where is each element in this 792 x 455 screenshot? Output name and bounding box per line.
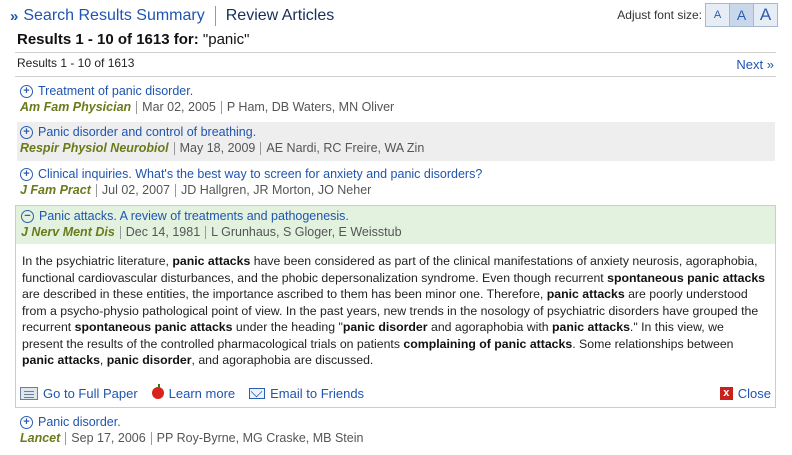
abstract-highlight: panic attacks [546, 287, 625, 301]
authors: P Ham, DB Waters, MN Oliver [226, 100, 395, 114]
article-title-link[interactable]: Clinical inquiries. What's the best way … [38, 167, 482, 181]
results-count: Results 1 - 10 of 1613 [17, 56, 135, 70]
result-item: + Treatment of panic disorder. Am Fam Ph… [17, 81, 775, 119]
authors: JD Hallgren, JR Morton, JO Neher [180, 183, 372, 197]
results-heading-prefix: Results 1 - 10 of 1613 for: [17, 31, 199, 48]
meta-divider [136, 100, 138, 114]
publication-date: May 18, 2009 [179, 141, 256, 155]
meta-divider [220, 100, 222, 114]
expand-plus-icon[interactable]: + [20, 415, 33, 429]
article-title-link[interactable]: Panic disorder. [38, 415, 121, 429]
email-to-friends-button[interactable]: Email to Friends [249, 386, 364, 401]
meta-divider [260, 141, 262, 155]
font-size-medium-button[interactable]: A [729, 3, 754, 27]
authors: AE Nardi, RC Freire, WA Zin [266, 141, 425, 155]
learn-more-button[interactable]: Learn more [151, 384, 236, 401]
abstract-highlight: spontaneous panic attacks [74, 320, 233, 334]
abstract-segment: , and agoraphobia are discussed. [191, 353, 374, 367]
review-articles-label[interactable]: Review Articles [226, 7, 334, 25]
close-label: Close [737, 385, 771, 401]
email-label: Email to Friends [270, 385, 365, 401]
double-chevron-right-icon: » [10, 7, 19, 25]
result-item: + Panic disorder and control of breathin… [17, 122, 775, 161]
meta-divider [150, 431, 152, 445]
journal-name: Respir Physiol Neurobiol [20, 141, 169, 155]
full-paper-icon [20, 386, 38, 400]
top-nav: » Search Results Summary Review Articles [10, 5, 334, 27]
full-paper-label: Go to Full Paper [43, 385, 138, 401]
abstract-highlight: panic disorder [106, 353, 192, 367]
abstract-highlight: panic disorder [342, 320, 428, 334]
meta-divider [174, 183, 176, 197]
divider [15, 76, 776, 77]
close-button[interactable]: x Close [719, 385, 771, 401]
journal-name: J Nerv Ment Dis [21, 225, 115, 239]
abstract-highlight: complaining of panic attacks [403, 336, 573, 351]
go-to-full-paper-button[interactable]: Go to Full Paper [20, 386, 138, 401]
publication-date: Sep 17, 2006 [71, 431, 146, 445]
article-title-link[interactable]: Treatment of panic disorder. [38, 84, 193, 98]
article-title-link[interactable]: Panic disorder and control of breathing. [38, 125, 256, 139]
abstract-segment: are described in these entities, the imp… [22, 287, 547, 301]
font-size-control: Adjust font size: A A A [617, 3, 778, 27]
article-title-link[interactable]: Panic attacks. A review of treatments an… [39, 209, 349, 223]
journal-name: J Fam Pract [20, 183, 91, 197]
article-actions: Go to Full Paper Learn more Email to Fri… [20, 383, 771, 403]
abstract-segment: In the psychiatric literature, [22, 254, 173, 268]
results-query: "panic" [202, 31, 250, 48]
expand-plus-icon[interactable]: + [20, 125, 33, 139]
learn-more-label: Learn more [168, 385, 236, 401]
next-page-link[interactable]: Next » [736, 57, 774, 72]
meta-divider [119, 225, 121, 239]
result-item: + Panic disorder. Lancet Sep 17, 2006 PP… [17, 412, 775, 450]
meta-divider [95, 183, 97, 197]
publication-date: Jul 02, 2007 [101, 183, 170, 197]
abstract-text: In the psychiatric literature, panic att… [16, 244, 775, 369]
expand-plus-icon[interactable]: + [20, 84, 33, 98]
abstract-segment: , [99, 353, 107, 367]
results-heading: Results 1 - 10 of 1613 for: "panic" [17, 31, 249, 48]
abstract-segment: . Some relationships between [572, 336, 734, 351]
collapse-minus-icon[interactable]: − [21, 209, 34, 223]
authors: PP Roy-Byrne, MG Craske, MB Stein [156, 431, 364, 445]
expanded-result-item: − Panic attacks. A review of treatments … [15, 205, 776, 408]
envelope-icon [249, 387, 266, 399]
journal-name: Am Fam Physician [20, 100, 132, 114]
authors: L Grunhaus, S Gloger, E Weisstub [211, 225, 402, 239]
meta-divider [205, 225, 207, 239]
result-item: + Clinical inquiries. What's the best wa… [17, 164, 775, 202]
expand-plus-icon[interactable]: + [20, 167, 33, 181]
search-results-summary-link[interactable]: Search Results Summary [23, 7, 204, 25]
meta-divider [65, 431, 67, 445]
nav-divider [214, 6, 216, 26]
abstract-highlight: panic attacks [552, 320, 630, 334]
journal-name: Lancet [20, 431, 61, 445]
close-icon: x [719, 386, 733, 400]
meta-divider [173, 141, 175, 155]
abstract-segment: and agoraphobia with [427, 320, 552, 334]
abstract-segment: under the heading " [232, 320, 343, 334]
publication-date: Mar 02, 2005 [142, 100, 216, 114]
font-size-large-button[interactable]: A [753, 3, 778, 27]
abstract-highlight: spontaneous panic attacks [607, 270, 765, 285]
font-size-label: Adjust font size: [617, 8, 702, 22]
abstract-highlight: panic attacks [22, 353, 100, 367]
apple-icon [151, 384, 164, 399]
abstract-highlight: panic attacks [172, 254, 251, 268]
font-size-small-button[interactable]: A [705, 3, 730, 27]
divider [15, 52, 776, 53]
publication-date: Dec 14, 1981 [125, 225, 201, 239]
